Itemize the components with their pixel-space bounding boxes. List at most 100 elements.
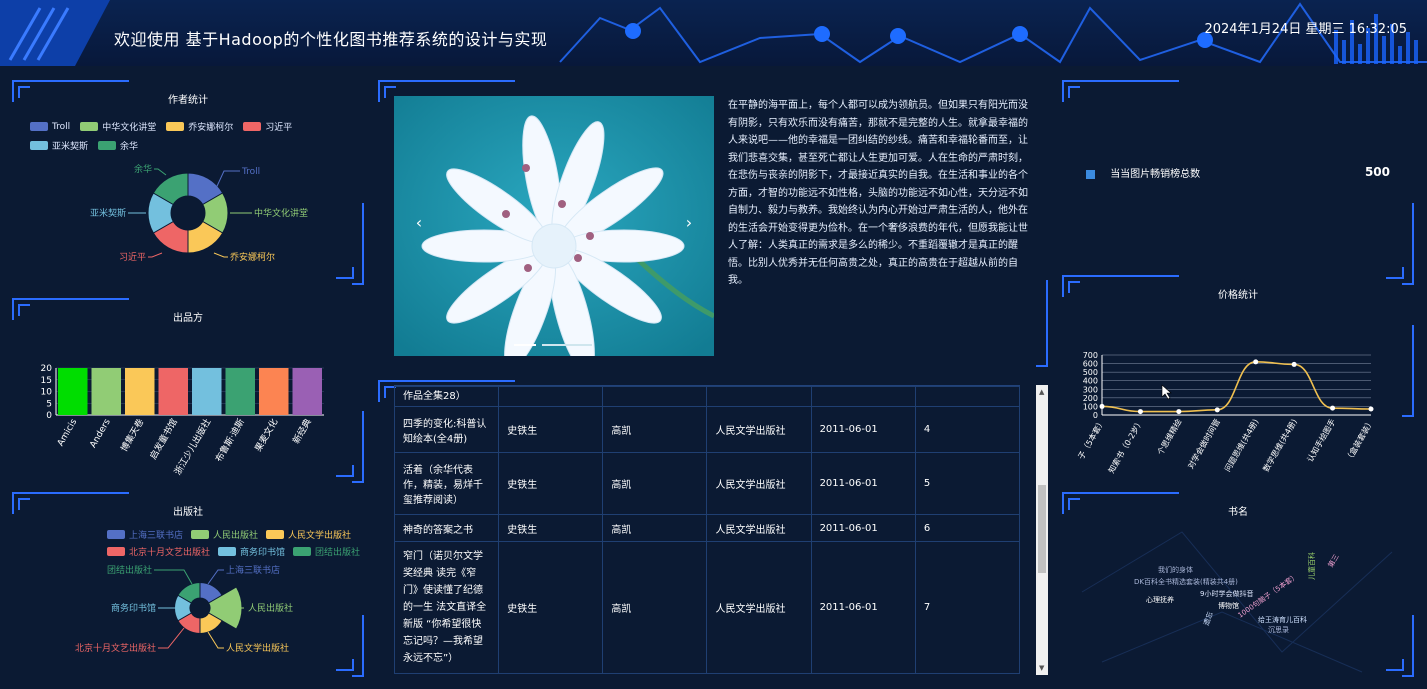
donut-label: 亚米契斯 xyxy=(90,207,126,219)
word-cloud-item: 给王涛育儿百科 xyxy=(1258,615,1307,624)
legend-item[interactable]: 中华文化讲堂 xyxy=(80,120,156,133)
table-cell: 高凯 xyxy=(602,452,708,515)
legend-item[interactable]: 北京十月文艺出版社 xyxy=(107,545,210,558)
press-panel-title: 出版社 xyxy=(173,507,203,518)
bar xyxy=(91,368,121,415)
bar xyxy=(292,368,322,415)
scroll-down-icon[interactable]: ▼ xyxy=(1039,664,1044,672)
bar xyxy=(125,368,155,415)
legend-item[interactable]: 人民文学出版社 xyxy=(266,528,351,541)
table-cell: 活着（余华代表作，精装，易烊千玺推荐阅读） xyxy=(394,452,500,515)
x-tick-label: 对学会做时间管 xyxy=(1185,417,1222,470)
book-image-carousel[interactable]: ‹ › xyxy=(394,96,714,356)
legend-item[interactable]: 商务印书馆 xyxy=(218,545,285,558)
carousel-next-button[interactable]: › xyxy=(680,214,698,232)
legend-swatch xyxy=(98,141,117,150)
x-tick-label: Anders xyxy=(88,417,113,450)
press-legend: 上海三联书店 人民出版社 人民文学出版社 北京十月文艺出版社 商务印书馆 团结出… xyxy=(107,528,367,558)
donut-label: 上海三联书店 xyxy=(226,564,280,576)
donut-label: Troll xyxy=(241,167,260,177)
press-panel: 出版社 上海三联书店 人民出版社 人民文学出版社 北京十月文艺出版社 商务印书馆… xyxy=(12,492,364,677)
x-tick-label: 个思维精绘 xyxy=(1155,417,1184,457)
y-tick-label: 5 xyxy=(46,399,52,409)
price-panel-title: 价格统计 xyxy=(1218,290,1258,301)
clock: 2024年1月24日 星期三 16:32:05 xyxy=(1204,22,1407,37)
table-cell: 史铁生 xyxy=(498,541,604,674)
table-row[interactable]: 活着（余华代表作，精装，易烊千玺推荐阅读） 史铁生 高凯 人民文学出版社 201… xyxy=(394,452,1020,515)
donut-label: 人民出版社 xyxy=(248,602,293,614)
y-tick-label: 0 xyxy=(46,411,52,421)
legend-item[interactable]: 团结出版社 xyxy=(293,545,360,558)
word-cloud-item: 儿童百科 xyxy=(1307,552,1316,580)
legend-item[interactable]: 亚米契斯 xyxy=(30,139,88,152)
table-cell: 高凯 xyxy=(602,406,708,453)
table-cell: 史铁生 xyxy=(498,406,604,453)
press-donut-chart: 团结出版社 上海三联书店 商务印书馆 人民出版社 北京十月文艺出版社 人民文学出… xyxy=(75,564,293,654)
scrollbar-thumb[interactable] xyxy=(1038,485,1046,573)
legend-item[interactable]: Troll xyxy=(30,120,70,133)
word-cloud-item: 我们的身体 xyxy=(1158,565,1193,574)
publisher-party-bar-chart: 20151050Amicis Anders 博集天卷 启发童书馆浙江少儿出版社 布鲁斯·… xyxy=(41,364,324,477)
donut-label: 人民文学出版社 xyxy=(226,642,289,654)
legend-swatch xyxy=(243,122,262,131)
table-cell xyxy=(810,386,916,407)
x-tick-label: 启发童书馆 xyxy=(147,417,180,462)
legend-item[interactable]: 习近平 xyxy=(243,120,292,133)
legend-item[interactable]: 上海三联书店 xyxy=(107,528,183,541)
legend-item[interactable]: 乔安娜柯尔 xyxy=(166,120,233,133)
price-point xyxy=(1330,405,1336,411)
x-tick-label: 博集天卷 xyxy=(118,417,146,454)
scroll-up-icon[interactable]: ▲ xyxy=(1039,388,1044,396)
table-cell xyxy=(706,386,812,407)
donut-label: 商务印书馆 xyxy=(111,602,156,614)
x-tick-label: 布鲁斯·迪斯 xyxy=(213,417,247,464)
table-cell: 人民文学出版社 xyxy=(706,452,812,515)
table-row[interactable]: 作品全集28） xyxy=(394,386,1020,407)
author-donut-chart: Troll 中华文化讲堂 乔安娜柯尔 习近平 亚米契斯 余华 xyxy=(90,163,308,263)
bar xyxy=(259,368,289,415)
header-bar: 欢迎使用 基于Hadoop的个性化图书推荐系统的设计与实现 2024年1月24日… xyxy=(0,0,1427,66)
table-cell: 史铁生 xyxy=(498,514,604,542)
legend-item[interactable]: 余华 xyxy=(98,139,138,152)
legend-swatch xyxy=(293,547,312,556)
table-cell: 2011-06-01 xyxy=(810,406,916,453)
price-series-line xyxy=(1101,361,1372,413)
table-cell xyxy=(602,386,708,407)
price-point xyxy=(1253,359,1259,365)
table-row[interactable]: 四季的变化:科普认知绘本(全4册) 史铁生 高凯 人民文学出版社 2011-06… xyxy=(394,406,1020,453)
author-donut-slices xyxy=(147,172,229,254)
flower-image xyxy=(394,96,714,356)
bar xyxy=(225,368,255,415)
legend-item[interactable]: 人民出版社 xyxy=(191,528,258,541)
donut-label: 中华文化讲堂 xyxy=(254,207,308,219)
table-cell: 6 xyxy=(914,514,1020,542)
line-chart-group: 7006005004003002001000子（5本套） 知索书（0-2岁） 个思维… xyxy=(1076,351,1376,475)
author-panel-title: 作者统计 xyxy=(168,95,208,106)
carousel-prev-button[interactable]: ‹ xyxy=(410,214,428,232)
price-point xyxy=(1137,409,1143,415)
table-row[interactable]: 窄门（诺贝尔文学奖经典 读完《窄门》使读懂了纪德的一生 法文直译全新版 “你希望… xyxy=(394,541,1020,674)
table-row[interactable]: 神奇的答案之书 史铁生 高凯 人民文学出版社 2011-06-01 6 xyxy=(394,514,1020,542)
table-scrollbar[interactable]: ▲ ▼ xyxy=(1036,385,1048,675)
table-cell: 7 xyxy=(914,541,1020,674)
word-cloud-item: 9小时学会做抖音 xyxy=(1200,589,1253,598)
bestseller-total-stat: 当当图片畅销榜总数 500 xyxy=(1086,165,1390,180)
legend-swatch xyxy=(80,122,99,131)
price-point xyxy=(1176,409,1182,415)
price-line-chart: 7006005004003002001000子（5本套） 知索书（0-2岁） 个思维… xyxy=(1076,351,1376,475)
table-cell: 2011-06-01 xyxy=(810,452,916,515)
stat-bullet-icon xyxy=(1086,169,1095,179)
bar xyxy=(192,368,222,415)
x-tick-label: 新经典 xyxy=(290,417,314,446)
table-cell: 人民文学出版社 xyxy=(706,514,812,542)
legend-swatch xyxy=(191,530,210,539)
table-cell: 人民文学出版社 xyxy=(706,541,812,674)
table-cell: 四季的变化:科普认知绘本(全4册) xyxy=(394,406,500,453)
legend-swatch xyxy=(30,122,48,131)
price-point xyxy=(1368,406,1374,412)
x-tick-label: 子（5本套） xyxy=(1076,417,1107,461)
donut-label: 北京十月文艺出版社 xyxy=(75,642,156,654)
word-cloud-item: 第三 xyxy=(1326,552,1341,569)
press-donut-slices xyxy=(174,581,243,635)
book-table: 作品全集28） 四季的变化:科普认知绘本(全4册) 史铁生 高凯 人民文学出版社… xyxy=(394,385,1020,676)
